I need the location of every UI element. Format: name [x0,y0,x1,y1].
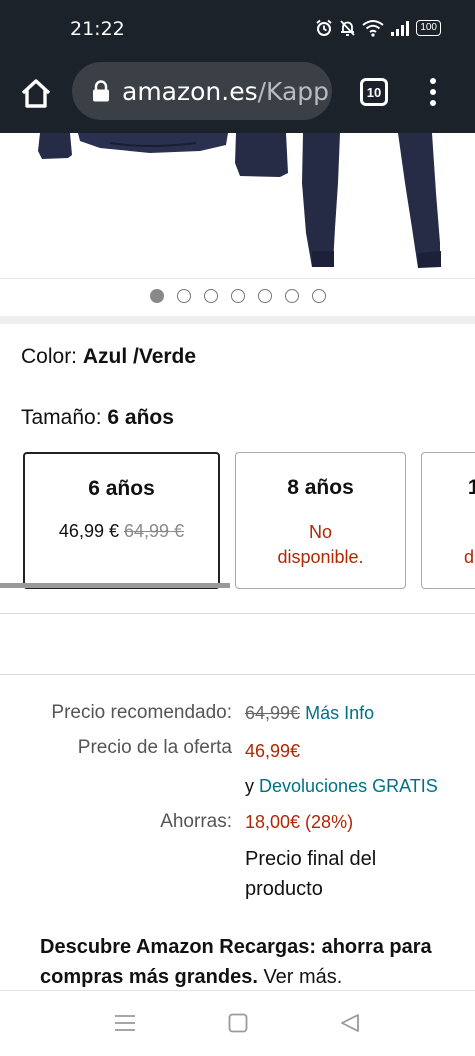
battery-icon: 100 [416,20,441,36]
carousel-dot[interactable] [284,289,299,303]
offer-price-label: Precio de la oferta [77,737,232,758]
status-line: No [308,522,332,542]
recent-apps-icon[interactable] [114,1013,136,1033]
recommended-price-label: Precio recomendado: [51,702,232,723]
url-path: /Kapp [257,76,330,106]
back-icon[interactable] [340,1013,360,1033]
size-selection: Tamaño: 6 años [21,406,174,430]
recommended-price: 64,99€ Más Info [245,703,374,724]
wifi-icon [362,20,384,37]
image-divider [0,278,475,279]
carousel-dot[interactable] [257,289,272,303]
product-image[interactable] [0,133,475,278]
size-option-price: 46,99 € 64,99 € [25,521,218,542]
status-time: 21:22 [70,18,125,40]
size-option-8[interactable]: 8 años No disponible. [235,452,406,589]
returns-info: y Devoluciones GRATIS [245,776,438,797]
status-line: disponible. [463,547,475,567]
size-option-6[interactable]: 6 años 46,99 € 64,99 € [23,452,220,589]
divider [0,674,475,675]
see-more-link[interactable]: Ver más. [263,966,342,988]
url-text: amazon.es/Kapp [122,77,329,106]
alarm-icon [316,19,332,36]
size-option-old-price: 64,99 € [124,521,185,541]
carousel-indicators [0,289,475,305]
carousel-dot[interactable] [149,289,164,303]
size-option-status: No disponible. [422,520,475,570]
color-label: Color: [21,345,83,368]
savings-label: Ahorras: [160,811,232,832]
signal-icon [391,21,410,36]
tracksuit-image [38,133,441,268]
carousel-dot[interactable] [311,289,326,303]
section-divider [0,316,475,324]
color-selection: Color: Azul /Verde [21,345,196,369]
size-label: Tamaño: [21,406,108,429]
size-value: 6 años [107,406,174,429]
lock-icon [93,80,109,102]
size-option-10[interactable]: 10 años No disponible. [421,452,475,589]
tab-switcher-button[interactable]: 10 [360,78,388,106]
notifications-muted-icon [340,20,355,36]
status-line: disponible. [277,547,364,567]
address-bar[interactable]: amazon.es/Kapp [72,62,332,120]
home-nav-icon[interactable] [228,1013,248,1033]
size-option-name: 8 años [287,476,354,499]
size-option-name: 6 años [88,477,155,500]
offer-price-value: 46,99€ [245,741,301,761]
recommended-price-value: 64,99€ [245,703,301,723]
carousel-dot[interactable] [230,289,245,303]
savings-value: 18,00€ (28%) [245,812,354,832]
size-option-name: 10 años [422,476,475,500]
size-scrollbar[interactable] [0,583,230,588]
size-option-current-price: 46,99 € [58,521,119,541]
home-icon [21,79,51,108]
status-bar: 21:22 100 [0,0,475,58]
system-navigation-bar [0,990,475,1056]
home-button[interactable] [18,76,54,112]
recargas-promo: Descubre Amazon Recargas: ahorra para co… [40,932,460,992]
promo-text: Descubre Amazon Recargas: ahorra para co… [40,936,432,988]
returns-prefix: y [245,776,254,796]
size-option-status: No disponible. [236,520,405,570]
free-returns-link[interactable]: Devoluciones GRATIS [259,776,438,796]
browser-toolbar: amazon.es/Kapp 10 [0,58,475,133]
status-line: No [422,520,475,545]
carousel-dot[interactable] [176,289,191,303]
carousel-dot[interactable] [203,289,218,303]
final-price-note: Precio final del producto [245,848,377,900]
more-info-link[interactable]: Más Info [305,703,374,723]
more-options-icon[interactable] [424,74,442,110]
color-value: Azul /Verde [82,345,197,368]
url-domain: amazon.es [122,76,258,106]
divider [0,613,475,614]
status-icons: 100 [315,19,441,37]
